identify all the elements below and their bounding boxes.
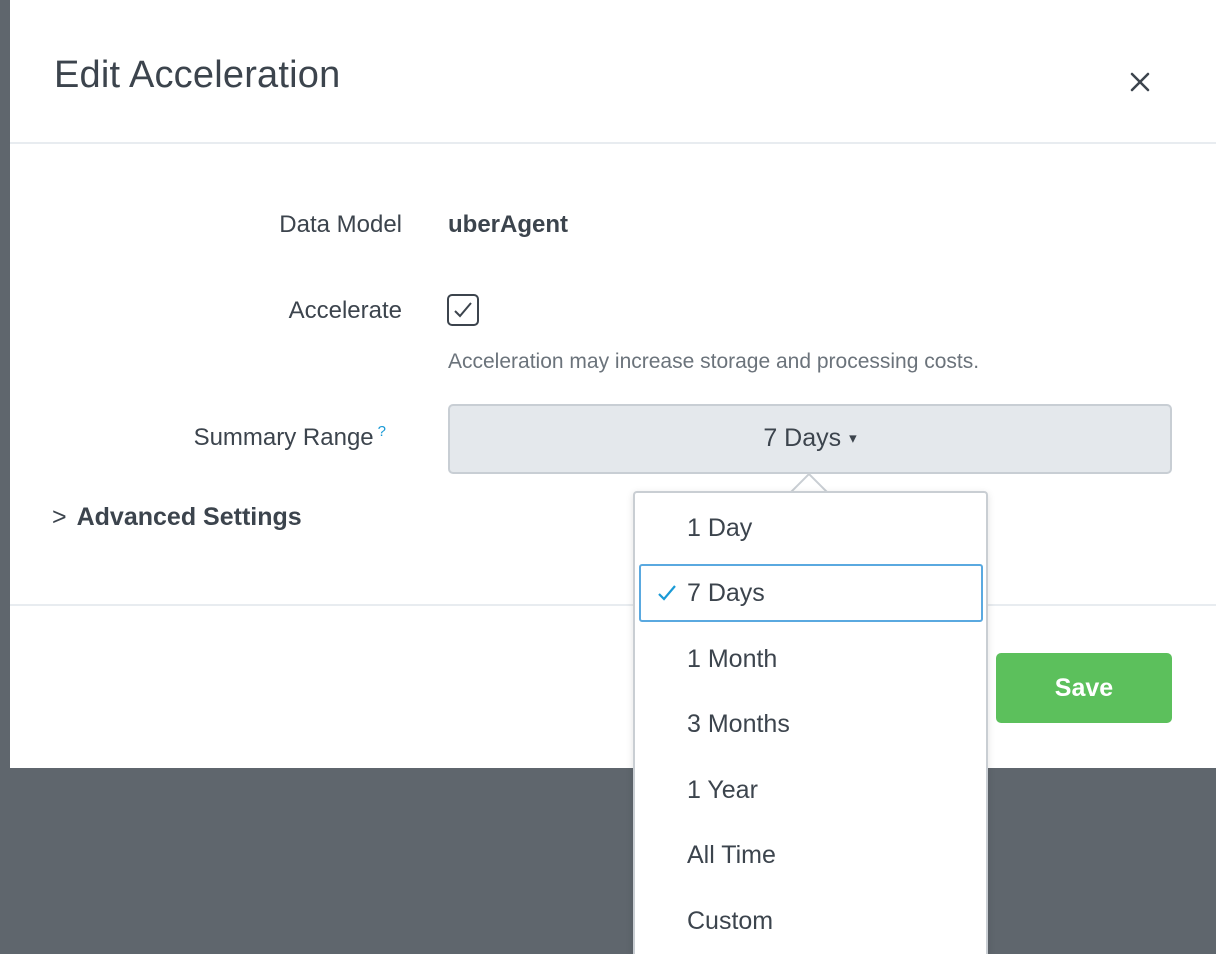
accelerate-help-text: Acceleration may increase storage and pr…	[448, 350, 980, 373]
accelerate-checkbox[interactable]	[447, 294, 479, 326]
dropdown-option-all-time[interactable]: All Time	[639, 826, 983, 884]
summary-range-label-text: Summary Range	[193, 424, 374, 451]
dialog-header: Edit Acceleration	[10, 0, 1216, 144]
advanced-settings-label: Advanced Settings	[76, 503, 302, 531]
checkmark-icon	[658, 585, 676, 601]
summary-range-label: Summary Range?	[0, 423, 386, 452]
summary-range-value: 7 Days	[763, 424, 842, 452]
save-button[interactable]: Save	[996, 653, 1172, 723]
dialog-title: Edit Acceleration	[54, 54, 341, 96]
accelerate-label: Accelerate	[288, 297, 402, 324]
dropdown-option-1-year[interactable]: 1 Year	[639, 761, 983, 819]
dropdown-option-1-day[interactable]: 1 Day	[639, 499, 983, 557]
data-model-label: Data Model	[279, 211, 402, 238]
dropdown-option-7-days[interactable]: 7 Days	[639, 564, 983, 622]
summary-range-select[interactable]: 7 Days ▾	[448, 404, 1172, 474]
dropdown-option-3-months[interactable]: 3 Months	[639, 695, 983, 753]
footer-divider	[10, 604, 1216, 606]
advanced-settings-toggle[interactable]: > Advanced Settings	[52, 503, 302, 532]
dropdown-option-custom[interactable]: Custom	[639, 892, 983, 950]
help-icon[interactable]: ?	[378, 423, 386, 440]
close-icon	[1130, 72, 1150, 92]
data-model-value: uberAgent	[448, 211, 568, 238]
edit-acceleration-dialog: Edit Acceleration Data Model uberAgent A…	[10, 0, 1216, 768]
dropdown-option-label: 7 Days	[687, 579, 765, 607]
caret-down-icon: ▾	[849, 430, 857, 447]
close-button[interactable]	[1120, 62, 1160, 102]
dropdown-option-1-month[interactable]: 1 Month	[639, 630, 983, 688]
summary-range-dropdown: 1 Day 7 Days 1 Month 3 Months 1 Year All…	[633, 491, 988, 954]
checkmark-icon	[454, 302, 472, 318]
chevron-right-icon: >	[52, 503, 67, 531]
